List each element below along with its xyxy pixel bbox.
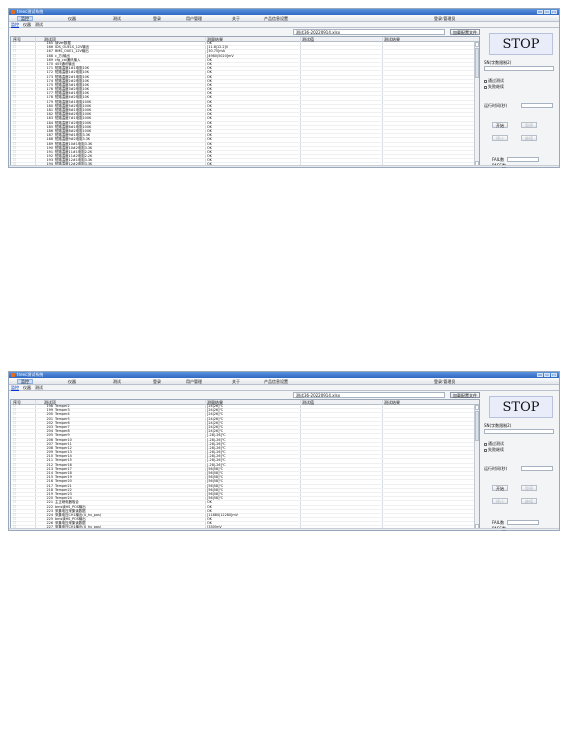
app-logo-icon [11,10,15,14]
fail-count-field [507,157,539,162]
load-config-button[interactable]: 加载配置文件 [450,392,480,398]
minimize-icon[interactable]: _ [537,10,543,14]
run-time-input[interactable] [521,466,553,471]
tab-monitor[interactable]: 监控 [11,22,19,28]
menu-about[interactable]: 关于 [229,16,243,21]
window-title: treec测试系统 [17,372,44,377]
table-body: ☐ 165 读Ver数据 OK ☐ 166 IDS_OUE1S_12V输出 [11.8|12.… [11,41,474,166]
menu-monitor[interactable]: 监控 [17,16,33,21]
scroll-up-icon[interactable] [475,42,479,47]
run-time-label: 运行时间(秒) [484,466,508,471]
pause-button[interactable]: 暂停 [521,485,537,491]
login-status: 登录:管理员 [434,16,456,21]
vertical-scrollbar[interactable] [474,42,479,166]
start-button[interactable]: 开始 [492,485,508,491]
tab-monitor[interactable]: 监控 [11,385,19,391]
fail-continue-checkbox[interactable]: 失败继续 [484,84,504,89]
test-results-table: 序号 测试项 测量结果 测试值 测试结果 ☐ 198 Temper2 [24|26]℃… [10,399,480,530]
window-controls: _ □ × [537,10,557,14]
stop-status-display: STOP [489,396,553,418]
app-logo-icon [11,373,15,377]
menu-user-management[interactable]: 用户管理 [183,16,205,21]
scroll-thumb[interactable] [475,48,479,78]
tab-instrument[interactable]: 仪器 [23,385,31,391]
stop-button[interactable]: 停止 [492,498,508,504]
menu-monitor[interactable]: 监控 [17,379,33,384]
menu-about[interactable]: 关于 [229,379,243,384]
login-status: 登录:管理员 [434,379,456,384]
stop-button[interactable]: 停止 [492,135,508,141]
tab-strip: 监控 仪器 测试 [9,22,559,28]
stop-status-display: STOP [489,33,553,55]
sn-input[interactable] [484,66,554,71]
app-window-1: treec测试系统 _ □ × 监控 仪器 测试 登录 用户管理 关于 产品信息… [8,8,560,168]
fail-count-label: FAIL数 [492,520,505,525]
menu-bar: 监控 仪器 测试 登录 用户管理 关于 产品信息设置 登录:管理员 [9,15,559,22]
menu-product-settings[interactable]: 产品信息设置 [261,379,291,384]
load-config-button[interactable]: 加载配置文件 [450,29,480,35]
test-results-table: 序号 测试项 测量结果 测试值 测试结果 ☐ 165 读Ver数据 OK ☐ 166 IDS… [10,36,480,167]
sn-label: SN(字数限制2) [484,60,512,65]
pass-test-checkbox[interactable]: 通过测试 [484,441,504,446]
continue-button[interactable]: 继续 [521,498,537,504]
sn-input[interactable] [484,429,554,434]
app-window-2: treec测试系统 _ □ × 监控 仪器 测试 登录 用户管理 关于 产品信息… [8,371,560,531]
tab-instrument[interactable]: 仪器 [23,22,31,28]
tab-test[interactable]: 测试 [35,385,43,391]
minimize-icon[interactable]: _ [537,373,543,377]
menu-login[interactable]: 登录 [150,379,164,384]
menu-product-settings[interactable]: 产品信息设置 [261,16,291,21]
run-time-label: 运行时间(秒) [484,103,508,108]
window-controls: _ □ × [537,373,557,377]
menu-user-management[interactable]: 用户管理 [183,379,205,384]
control-panel: STOP SN(字数限制2) 通过测试 失败继续 运行时间(秒) 开始 暂停 停… [482,29,560,168]
window-title: treec测试系统 [17,9,44,14]
tab-strip: 监控 仪器 测试 [9,385,559,391]
file-name-field[interactable]: 测试36-20220914.xlsx [293,392,445,398]
control-panel: STOP SN(字数限制2) 通过测试 失败继续 运行时间(秒) 开始 暂停 停… [482,392,560,531]
menu-test[interactable]: 测试 [110,16,124,21]
close-icon[interactable]: × [551,373,557,377]
tab-test[interactable]: 测试 [35,22,43,28]
menu-bar: 监控 仪器 测试 登录 用户管理 关于 产品信息设置 登录:管理员 [9,378,559,385]
sn-label: SN(字数限制2) [484,423,512,428]
menu-test[interactable]: 测试 [110,379,124,384]
pass-test-checkbox[interactable]: 通过测试 [484,78,504,83]
scroll-up-icon[interactable] [475,405,479,410]
continue-button[interactable]: 继续 [521,135,537,141]
status-bar [9,528,559,530]
menu-instrument[interactable]: 仪器 [65,379,79,384]
maximize-icon[interactable]: □ [544,373,550,377]
maximize-icon[interactable]: □ [544,10,550,14]
pause-button[interactable]: 暂停 [521,122,537,128]
vertical-scrollbar[interactable] [474,405,479,529]
start-button[interactable]: 开始 [492,122,508,128]
status-bar [9,165,559,167]
menu-login[interactable]: 登录 [150,16,164,21]
fail-continue-checkbox[interactable]: 失败继续 [484,447,504,452]
menu-instrument[interactable]: 仪器 [65,16,79,21]
file-name-field[interactable]: 测试36-20220914.xlsx [293,29,445,35]
close-icon[interactable]: × [551,10,557,14]
scroll-thumb[interactable] [475,411,479,441]
fail-count-label: FAIL数 [492,157,505,162]
run-time-input[interactable] [521,103,553,108]
fail-count-field [507,520,539,525]
table-body: ☐ 198 Temper2 [24|26]℃ ☐ 199 Temper3 [24|26]℃ ☐ 2… [11,404,474,529]
